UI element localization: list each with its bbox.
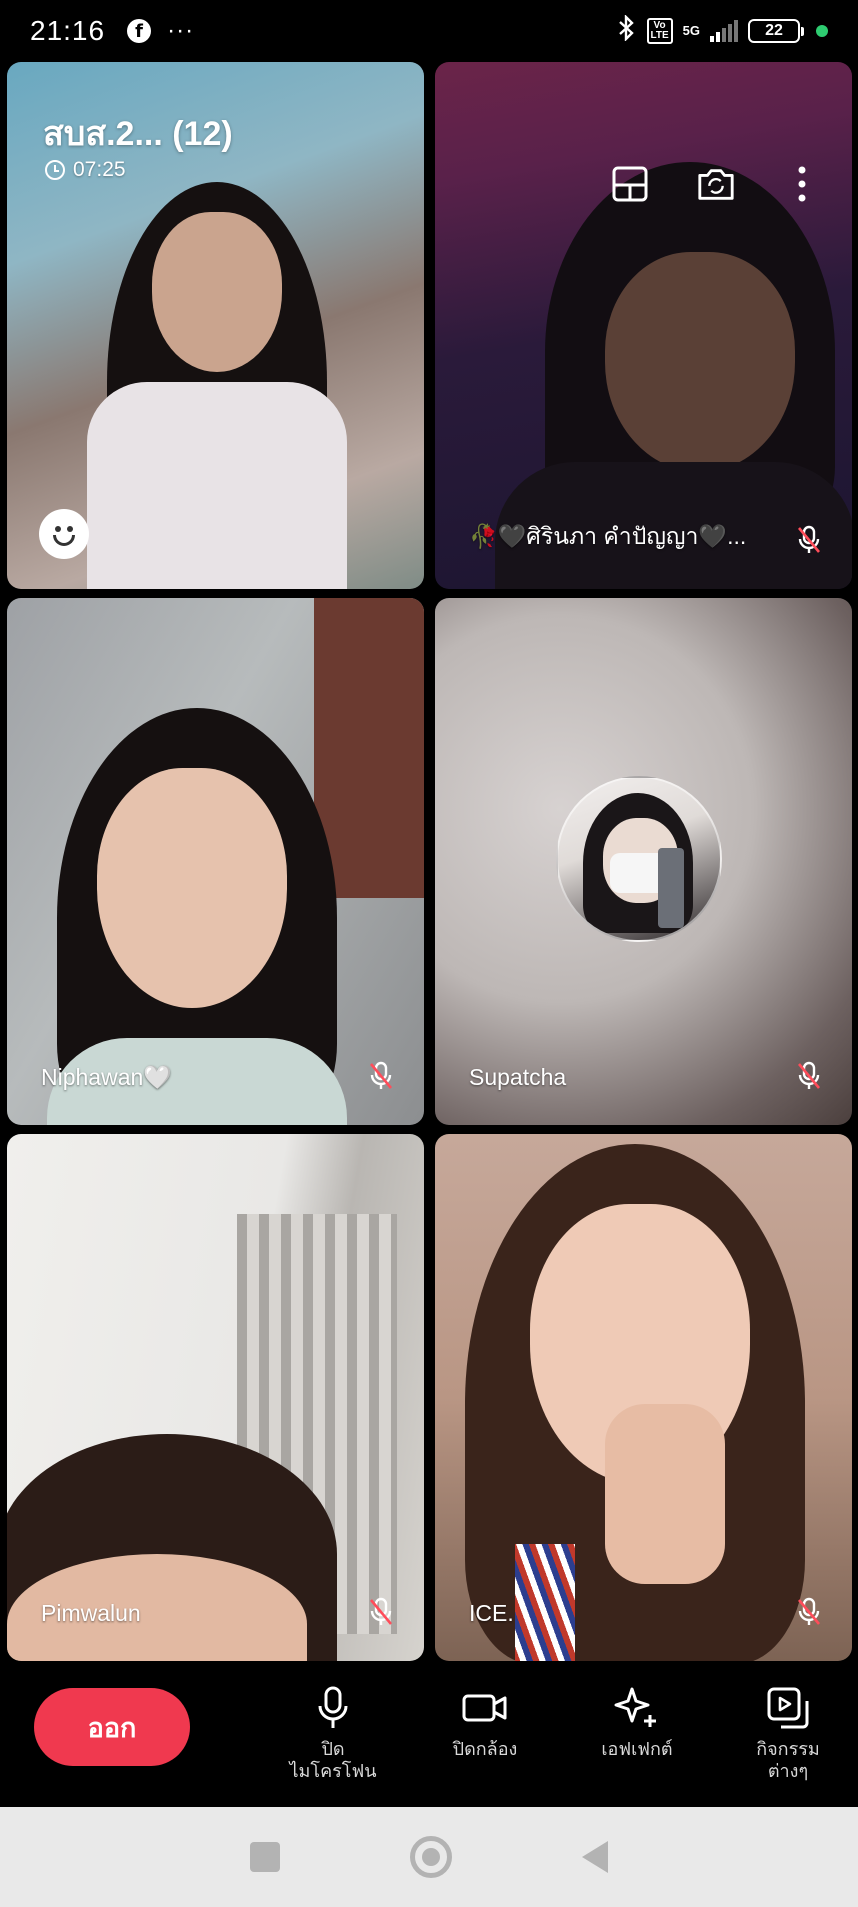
participant-tile-6[interactable]: ICE. (435, 1134, 852, 1661)
video-feed (47, 708, 367, 1125)
mic-muted-icon (796, 1597, 822, 1627)
status-bar: 21:16 f ··· Vo LTE 5G 22 (0, 0, 858, 62)
participant-name: ICE. (469, 1600, 514, 1626)
call-top-actions (610, 164, 822, 204)
mic-muted-icon (796, 525, 822, 555)
mic-muted-icon (368, 1597, 394, 1627)
privacy-indicator-icon (816, 25, 828, 37)
mic-toggle-label: ปิด ไมโครโฟน (289, 1739, 377, 1781)
activities-button[interactable]: กิจกรรม ต่างๆ (718, 1684, 858, 1782)
video-feed (455, 1144, 835, 1661)
activities-label: กิจกรรม ต่างๆ (756, 1739, 820, 1781)
signal-icon (710, 20, 738, 42)
mic-muted-icon (368, 1061, 394, 1091)
participant-name: Pimwalun (41, 1600, 141, 1626)
participant-tile-5[interactable]: Pimwalun (7, 1134, 424, 1661)
camera-toggle-label: ปิดกล้อง (452, 1739, 518, 1759)
call-controls: ออก ปิด ไมโครโฟน ปิดกล้อง เอฟเฟกต์ กิจกร… (0, 1662, 858, 1807)
battery-icon: 22 (748, 19, 804, 43)
effects-button[interactable]: เอฟเฟกต์ (567, 1684, 707, 1760)
participant-tile-3[interactable]: Niphawan🤍 (7, 598, 424, 1125)
call-title: สบส.2... (12) (43, 115, 233, 153)
effects-label: เอฟเฟกต์ (601, 1739, 673, 1759)
reaction-icon[interactable] (39, 509, 89, 559)
participant-name: Supatcha (469, 1064, 567, 1090)
layout-icon[interactable] (610, 164, 650, 204)
status-overflow: ··· (167, 17, 195, 44)
mic-toggle-button[interactable]: ปิด ไมโครโฟน (263, 1684, 403, 1782)
call-timer: 07:25 (45, 158, 126, 182)
system-nav-bar (0, 1807, 858, 1907)
activities-icon (718, 1684, 858, 1732)
bluetooth-icon (617, 14, 637, 47)
participant-name: 🥀🖤ศิรินภา คำปัญญา🖤... (469, 523, 747, 549)
participant-tile-4[interactable]: Supatcha (435, 598, 852, 1125)
status-time: 21:16 (30, 15, 106, 46)
volte-icon: Vo LTE (646, 18, 673, 44)
back-icon[interactable] (582, 1841, 608, 1873)
status-icons: Vo LTE 5G 22 (617, 14, 828, 47)
video-camera-icon (415, 1684, 555, 1732)
mic-muted-icon (796, 1061, 822, 1091)
more-options-icon[interactable] (782, 164, 822, 204)
clock-icon (45, 160, 65, 180)
leave-call-button[interactable]: ออก (34, 1688, 190, 1766)
home-icon[interactable] (410, 1836, 452, 1878)
microphone-icon (263, 1684, 403, 1732)
camera-toggle-button[interactable]: ปิดกล้อง (415, 1684, 555, 1760)
call-timer-text: 07:25 (73, 158, 126, 181)
recent-apps-icon[interactable] (250, 1842, 280, 1872)
sparkle-icon (567, 1684, 707, 1732)
network-type: 5G (682, 23, 700, 38)
switch-camera-icon[interactable] (696, 164, 736, 204)
video-feed (67, 182, 367, 589)
participant-name: Niphawan🤍 (41, 1064, 172, 1090)
facebook-icon: f (127, 19, 152, 43)
participant-tile-1[interactable]: สบส.2... (12) 07:25 (7, 62, 424, 589)
participant-tile-2[interactable]: 🥀🖤ศิรินภา คำปัญญา🖤... (435, 62, 852, 589)
avatar (556, 776, 722, 942)
